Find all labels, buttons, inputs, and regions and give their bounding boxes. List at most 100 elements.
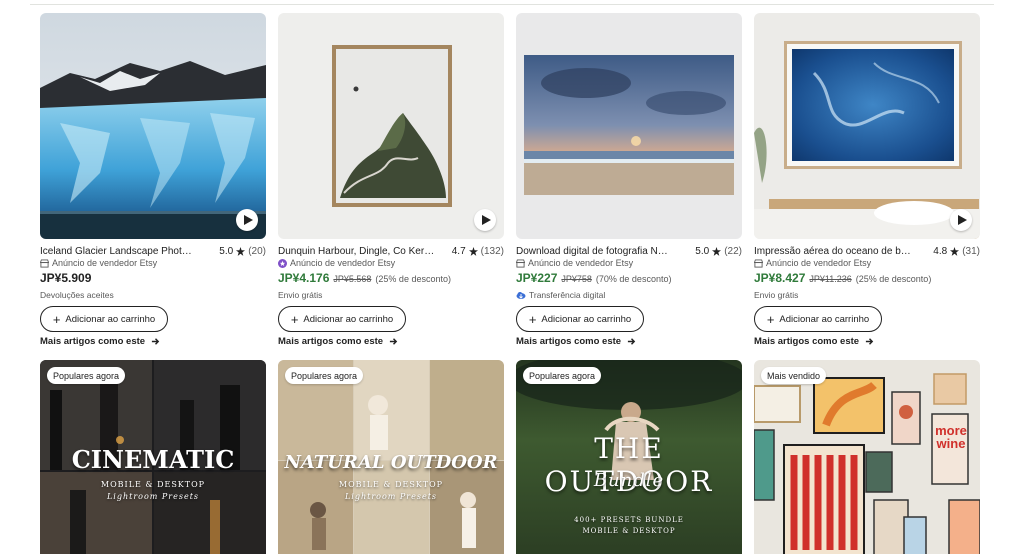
star-icon: [950, 246, 960, 256]
play-video-button[interactable]: [474, 209, 496, 231]
add-to-cart-label: Adicionar ao carrinho: [541, 313, 632, 325]
add-to-cart-button[interactable]: + Adicionar ao carrinho: [40, 306, 168, 332]
cloud-download-icon: [516, 292, 526, 299]
overlay-subtitle: Bundle: [593, 470, 665, 491]
product-image-natural-outdoor[interactable]: Populares agora NATURAL OUTDOOR MOBILE &…: [278, 360, 504, 554]
add-to-cart-label: Adicionar ao carrinho: [303, 313, 394, 325]
rating-value: 4.7: [451, 245, 466, 257]
extra-info-text: Transferência digital: [529, 290, 606, 300]
popular-now-badge: Populares agora: [285, 367, 364, 384]
more-like-this-link[interactable]: Mais artigos como este: [278, 334, 398, 348]
more-like-this-link[interactable]: Mais artigos como este: [754, 334, 874, 348]
original-price: JP¥11.236: [809, 274, 852, 284]
add-to-cart-button[interactable]: + Adicionar ao carrinho: [278, 306, 406, 332]
seller-text: Anúncio de vendedor Etsy: [528, 258, 634, 268]
overlay-subtitle: Lightroom Presets: [106, 492, 200, 501]
product-rating: 5.0 (22): [695, 246, 742, 257]
more-like-this-link[interactable]: Mais artigos como este: [516, 334, 636, 348]
extra-info-text: Envio grátis: [754, 290, 799, 300]
play-video-button[interactable]: [236, 209, 258, 231]
price-row: JP¥5.909: [40, 271, 91, 287]
arrow-right-icon: [151, 337, 160, 345]
product-title[interactable]: Dunquin Harbour, Dingle, Co Ker…: [278, 246, 434, 257]
seller-ad-label: Anúncio de vendedor Etsy: [40, 257, 157, 269]
product-rating: 4.7 (132): [452, 246, 504, 257]
more-like-this-label: Mais artigos como este: [40, 335, 146, 347]
review-count: (22): [724, 245, 742, 257]
play-icon: [482, 215, 491, 225]
more-like-this-link[interactable]: Mais artigos como este: [40, 334, 160, 348]
product-image-gallery-wall[interactable]: Mais vendido more wine: [754, 360, 980, 554]
star-icon: [468, 246, 478, 256]
seller-text: Anúncio de vendedor Etsy: [766, 258, 872, 268]
arrow-right-icon: [865, 337, 874, 345]
popular-now-badge: Populares agora: [523, 367, 602, 384]
review-count: (31): [962, 245, 980, 257]
overlay-subtitle: MOBILE & DESKTOP: [100, 480, 206, 489]
overlay-subtitle: MOBILE & DESKTOP: [582, 527, 676, 535]
play-icon: [244, 215, 253, 225]
popular-now-badge: Populares agora: [47, 367, 126, 384]
more-like-this-label: Mais artigos como este: [754, 335, 860, 347]
plus-icon: +: [528, 311, 537, 327]
discount-label: (70% de desconto): [595, 274, 672, 284]
seller-text: Anúncio de vendedor Etsy: [290, 258, 396, 268]
product-rating: 5.0 (20): [219, 246, 266, 257]
star-icon: [236, 246, 246, 256]
poster-text-line: wine: [936, 436, 966, 451]
bestseller-badge: Mais vendido: [761, 367, 827, 384]
product-price: JP¥5.909: [40, 271, 92, 285]
product-image-ocean[interactable]: [754, 13, 980, 239]
star-icon: [712, 246, 722, 256]
discount-label: (25% de desconto): [375, 274, 451, 284]
product-image-outdoor-bundle[interactable]: Populares agora THE OUTDOOR Bundle 400+ …: [516, 360, 742, 554]
rating-value: 4.8: [933, 245, 948, 257]
arrow-right-icon: [389, 337, 398, 345]
price-row: JP¥4.176 JP¥5.568 (25% de desconto): [278, 271, 451, 287]
overlay-subtitle: 400+ PRESETS BUNDLE: [574, 516, 684, 524]
arrow-right-icon: [627, 337, 636, 345]
seller-ad-label: Anúncio de vendedor Etsy: [278, 257, 395, 269]
product-image-dunquin[interactable]: [278, 13, 504, 239]
product-image-cinematic[interactable]: Populares agora CINEMATIC MOBILE & DESKT…: [40, 360, 266, 554]
review-count: (20): [248, 245, 266, 257]
product-title[interactable]: Iceland Glacier Landscape Phot…: [40, 246, 192, 257]
product-price: JP¥8.427: [754, 271, 806, 285]
more-like-this-label: Mais artigos como este: [516, 335, 622, 347]
plus-icon: +: [766, 311, 775, 327]
rating-value: 5.0: [695, 245, 710, 257]
poster-text: more wine: [934, 424, 968, 450]
overlay-subtitle: MOBILE & DESKTOP: [338, 480, 444, 489]
extra-info: Devoluções aceites: [40, 289, 114, 301]
more-like-this-label: Mais artigos como este: [278, 335, 384, 347]
top-divider: [30, 4, 994, 5]
plus-icon: +: [290, 311, 299, 327]
play-icon: [958, 215, 967, 225]
original-price: JP¥5.568: [333, 274, 372, 284]
product-title[interactable]: Download digital de fotografia N…: [516, 246, 668, 257]
review-count: (132): [480, 245, 504, 257]
seller-ad-label: Anúncio de vendedor Etsy: [516, 257, 633, 269]
shop-icon: [40, 258, 49, 268]
product-image-beach[interactable]: [516, 13, 742, 239]
rating-value: 5.0: [219, 245, 234, 257]
overlay-title: NATURAL OUTDOOR: [284, 452, 498, 473]
product-rating: 4.8 (31): [933, 246, 980, 257]
seller-ad-label: Anúncio de vendedor Etsy: [754, 257, 871, 269]
add-to-cart-button[interactable]: + Adicionar ao carrinho: [516, 306, 644, 332]
add-to-cart-button[interactable]: + Adicionar ao carrinho: [754, 306, 882, 332]
product-title[interactable]: Impressão aérea do oceano de b…: [754, 246, 911, 257]
overlay-title: CINEMATIC: [71, 445, 235, 474]
product-image-glacier[interactable]: [40, 13, 266, 239]
extra-info: Transferência digital: [516, 289, 605, 301]
play-video-button[interactable]: [950, 209, 972, 231]
price-row: JP¥8.427 JP¥11.236 (25% de desconto): [754, 271, 931, 287]
plus-icon: +: [52, 311, 61, 327]
shop-icon: [754, 258, 763, 268]
shop-icon: [516, 258, 525, 268]
price-row: JP¥227 JP¥758 (70% de desconto): [516, 271, 671, 287]
add-to-cart-label: Adicionar ao carrinho: [65, 313, 156, 325]
product-price: JP¥4.176: [278, 271, 330, 285]
extra-info-text: Envio grátis: [278, 290, 323, 300]
seller-text: Anúncio de vendedor Etsy: [52, 258, 158, 268]
